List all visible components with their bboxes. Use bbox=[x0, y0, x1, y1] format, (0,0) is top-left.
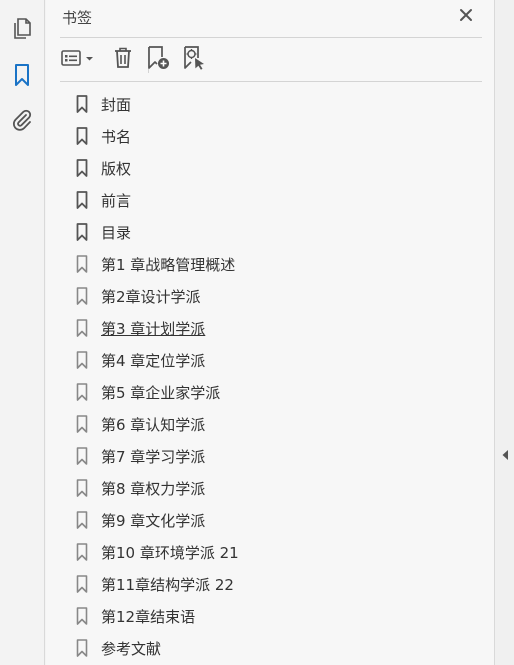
bookmark-icon bbox=[76, 383, 88, 401]
bookmark-item[interactable]: 书名 bbox=[76, 120, 476, 152]
pages-button[interactable] bbox=[8, 16, 36, 44]
bookmark-label: 第6 章认知学派 bbox=[101, 415, 206, 434]
close-icon bbox=[459, 7, 473, 26]
delete-bookmark-button[interactable] bbox=[110, 46, 136, 74]
bookmark-label: 前言 bbox=[101, 191, 132, 210]
options-menu-button[interactable] bbox=[60, 46, 98, 74]
bookmark-icon bbox=[76, 319, 88, 337]
close-panel-button[interactable] bbox=[456, 6, 476, 26]
bookmark-icon bbox=[76, 127, 88, 145]
bookmark-item[interactable]: 目录 bbox=[76, 216, 476, 248]
new-bookmark-button[interactable] bbox=[144, 46, 172, 74]
panel-title: 书签 bbox=[62, 9, 93, 27]
divider bbox=[60, 37, 482, 38]
bookmark-label: 第10 章环境学派 21 bbox=[101, 543, 239, 562]
delete-icon bbox=[112, 46, 134, 74]
bookmark-label: 第12章结束语 bbox=[101, 607, 196, 626]
bookmark-icon bbox=[76, 415, 88, 433]
bookmark-icon bbox=[76, 95, 88, 113]
bookmark-item[interactable]: 第3 章计划学派 bbox=[76, 312, 476, 344]
collapse-arrow-icon bbox=[501, 446, 509, 465]
bookmark-label: 封面 bbox=[101, 95, 132, 114]
bookmark-icon bbox=[76, 447, 88, 465]
bookmark-item[interactable]: 第2章设计学派 bbox=[76, 280, 476, 312]
bookmark-label: 第8 章权力学派 bbox=[101, 479, 206, 498]
new-bookmark-from-structure-button[interactable] bbox=[180, 46, 208, 74]
bookmark-label: 版权 bbox=[101, 159, 132, 178]
bookmark-item[interactable]: 参考文献 bbox=[76, 632, 476, 664]
bookmark-icon bbox=[76, 543, 88, 561]
new-bookmark-from-structure-icon bbox=[181, 45, 207, 75]
bookmark-label: 目录 bbox=[101, 223, 132, 242]
bookmark-label: 第4 章定位学派 bbox=[101, 351, 206, 370]
bookmark-icon bbox=[76, 511, 88, 529]
bookmark-icon bbox=[76, 287, 88, 305]
bookmark-label: 第9 章文化学派 bbox=[101, 511, 206, 530]
bookmark-label: 书名 bbox=[101, 127, 132, 146]
bookmark-item[interactable]: 第4 章定位学派 bbox=[76, 344, 476, 376]
bookmark-item[interactable]: 第9 章文化学派 bbox=[76, 504, 476, 536]
bookmark-item[interactable]: 版权 bbox=[76, 152, 476, 184]
bookmark-icon bbox=[76, 351, 88, 369]
bookmark-label: 参考文献 bbox=[101, 639, 162, 658]
bookmark-label: 第1 章战略管理概述 bbox=[101, 255, 236, 274]
bookmark-icon bbox=[13, 63, 31, 91]
panel-collapse-strip[interactable] bbox=[494, 0, 514, 665]
bookmark-icon bbox=[76, 639, 88, 657]
bookmark-label: 第5 章企业家学派 bbox=[101, 383, 221, 402]
bookmark-icon bbox=[76, 255, 88, 273]
bookmark-icon bbox=[76, 191, 88, 209]
bookmark-icon bbox=[76, 159, 88, 177]
bookmark-item[interactable]: 第7 章学习学派 bbox=[76, 440, 476, 472]
pages-icon bbox=[11, 16, 33, 44]
divider bbox=[60, 81, 482, 82]
bookmark-item[interactable]: 第10 章环境学派 21 bbox=[76, 536, 476, 568]
bookmark-label: 第2章设计学派 bbox=[101, 287, 201, 306]
bookmark-icon bbox=[76, 479, 88, 497]
attachment-icon bbox=[10, 108, 34, 136]
bookmark-item[interactable]: 第1 章战略管理概述 bbox=[76, 248, 476, 280]
bookmark-icon bbox=[76, 575, 88, 593]
bookmark-icon bbox=[76, 223, 88, 241]
bookmark-label: 第11章结构学派 22 bbox=[101, 575, 234, 594]
bookmark-item[interactable]: 第8 章权力学派 bbox=[76, 472, 476, 504]
bookmark-icon bbox=[76, 607, 88, 625]
options-menu-icon bbox=[60, 48, 98, 72]
bookmark-item[interactable]: 第6 章认知学派 bbox=[76, 408, 476, 440]
bookmarks-panel: 书签 封面 书名 版权 前言 目录 第1 章战略管理概述 第2章设计学派 第3 … bbox=[46, 0, 494, 665]
bookmark-item[interactable]: 封面 bbox=[76, 88, 476, 120]
bookmark-item[interactable]: 第11章结构学派 22 bbox=[76, 568, 476, 600]
bookmark-item[interactable]: 第12章结束语 bbox=[76, 600, 476, 632]
navigation-rail bbox=[0, 0, 45, 665]
bookmark-label: 第3 章计划学派 bbox=[101, 319, 206, 338]
bookmarks-button[interactable] bbox=[8, 63, 36, 91]
new-bookmark-icon bbox=[145, 45, 171, 75]
bookmark-label: 第7 章学习学派 bbox=[101, 447, 206, 466]
attachments-button[interactable] bbox=[8, 108, 36, 136]
bookmark-item[interactable]: 第5 章企业家学派 bbox=[76, 376, 476, 408]
bookmark-item[interactable]: 前言 bbox=[76, 184, 476, 216]
